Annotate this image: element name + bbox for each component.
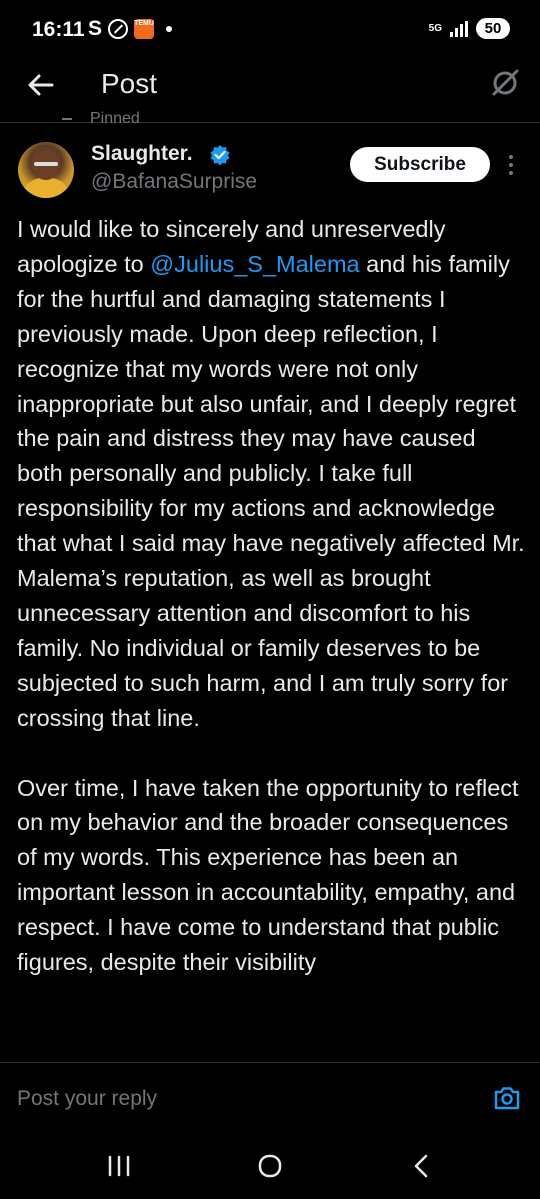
pinned-label: Pinned bbox=[90, 110, 140, 124]
status-time: 16:11 bbox=[32, 18, 85, 41]
s-app-icon: S bbox=[88, 17, 103, 40]
text-fade bbox=[0, 1032, 540, 1062]
post-text: I would like to sincerely and unreserved… bbox=[17, 212, 527, 1060]
arrow-left-icon[interactable] bbox=[26, 70, 56, 100]
status-bar: 16:11 S TEMU 5G 50 bbox=[0, 0, 540, 62]
do-not-disturb-icon bbox=[108, 19, 129, 39]
network-5g-label: 5G bbox=[428, 22, 442, 34]
page-title: Post bbox=[101, 68, 158, 99]
more-options-icon[interactable] bbox=[508, 154, 514, 176]
notification-dot-icon bbox=[166, 26, 173, 32]
subscribe-button[interactable]: Subscribe bbox=[350, 147, 490, 182]
post-text-rest: and his family for the hurtful and damag… bbox=[17, 250, 525, 731]
verified-badge-icon bbox=[210, 145, 230, 166]
signal-icon bbox=[450, 20, 468, 37]
reply-bar bbox=[0, 1062, 540, 1133]
avatar[interactable] bbox=[18, 142, 74, 198]
mention-link[interactable]: @Julius_S_Malema bbox=[150, 251, 359, 277]
recent-apps-icon[interactable] bbox=[107, 1155, 131, 1177]
status-right-icons: 5G 50 bbox=[429, 18, 510, 39]
home-icon[interactable] bbox=[258, 1154, 282, 1178]
camera-icon[interactable] bbox=[493, 1084, 521, 1112]
pinned-icon bbox=[62, 118, 72, 120]
battery-level: 50 bbox=[476, 18, 510, 39]
grok-slash-icon[interactable] bbox=[490, 68, 520, 98]
status-left-icons: S TEMU bbox=[88, 17, 173, 41]
temu-icon: TEMU bbox=[134, 19, 155, 39]
author-display-name[interactable]: Slaughter. bbox=[91, 142, 193, 166]
reply-input[interactable] bbox=[17, 1087, 437, 1111]
author-handle[interactable]: @BafanaSurprise bbox=[91, 170, 257, 194]
back-chevron-icon[interactable] bbox=[413, 1153, 429, 1179]
post-header: Post bbox=[0, 62, 540, 123]
system-nav-bar bbox=[0, 1132, 540, 1199]
post-paragraph-2: Over time, I have taken the opportunity … bbox=[17, 774, 519, 976]
